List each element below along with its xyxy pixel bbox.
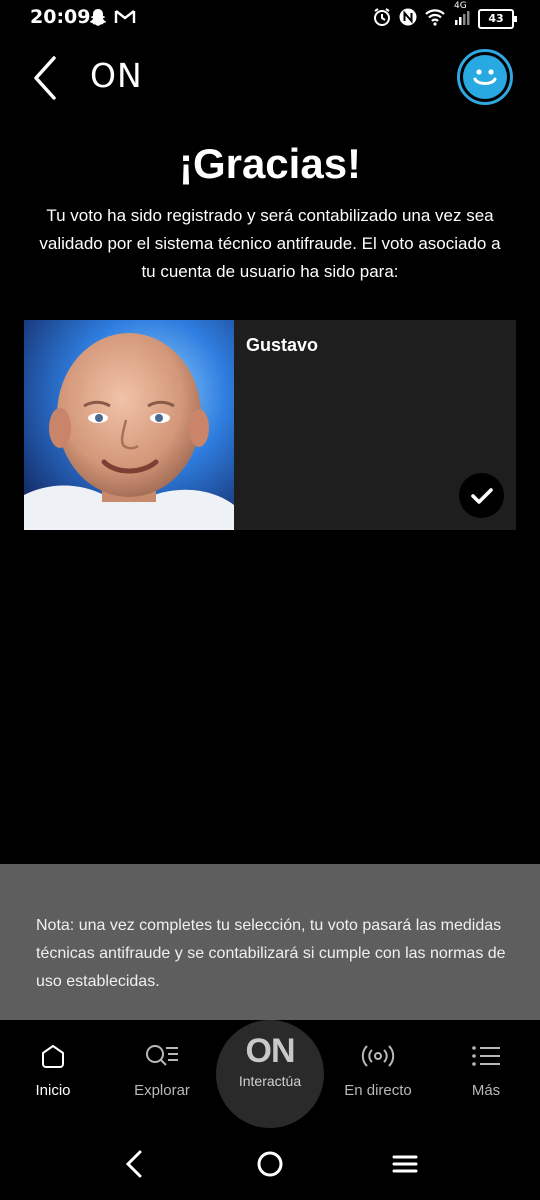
nav-en-directo[interactable]: En directo: [328, 1040, 428, 1099]
menu-list-icon: [436, 1040, 536, 1072]
nav-inicio[interactable]: Inicio: [3, 1040, 103, 1099]
candidate-name: Gustavo: [246, 335, 319, 355]
search-list-icon: [112, 1040, 212, 1072]
back-button[interactable]: [28, 54, 68, 102]
nfc-icon: [398, 7, 418, 31]
back-icon[interactable]: [114, 1146, 154, 1182]
nav-explorar[interactable]: Explorar: [112, 1040, 212, 1099]
nav-mas[interactable]: Más: [436, 1040, 536, 1099]
nav-label: Explorar: [134, 1082, 190, 1099]
broadcast-icon: [328, 1040, 428, 1072]
nav-label: En directo: [344, 1082, 412, 1099]
candidate-photo: [24, 320, 234, 530]
confirmation-title: ¡Gracias!: [178, 140, 362, 187]
battery-icon: 43: [478, 9, 517, 29]
note-text: Nota: una vez completes tu selección, tu…: [36, 917, 506, 990]
nav-label: Interactúa: [238, 1073, 302, 1089]
chevron-left-icon: [34, 56, 56, 100]
nav-label: Inicio: [35, 1082, 71, 1099]
wifi-icon: [424, 7, 446, 31]
bottom-navigation: Inicio Explorar ON Interactúa En directo…: [0, 1020, 540, 1128]
status-time: 20:09: [30, 6, 91, 28]
status-bar: 20:09 4G 43: [0, 0, 540, 36]
smiley-avatar-icon: [463, 55, 507, 99]
app-logo-title: ON: [90, 56, 143, 95]
snapchat-icon: [88, 7, 108, 31]
nav-interactua[interactable]: ON Interactúa: [216, 1020, 324, 1128]
alarm-icon: [372, 7, 392, 31]
network-type: 4G: [454, 1, 467, 11]
app-header: ON: [0, 40, 540, 120]
gmail-icon: [114, 7, 136, 31]
note-panel: Nota: una vez completes tu selección, tu…: [0, 864, 540, 1020]
confirmation-message: Tu voto ha sido registrado y será contab…: [39, 206, 501, 281]
nav-label: Más: [471, 1082, 501, 1099]
on-logo-icon: ON: [245, 1032, 296, 1070]
check-icon: [459, 473, 504, 518]
signal-icon: 4G: [452, 1, 472, 31]
system-navigation: [0, 1128, 540, 1200]
home-circle-icon[interactable]: [250, 1146, 290, 1182]
profile-avatar-button[interactable]: [457, 49, 513, 105]
recents-icon[interactable]: [385, 1146, 425, 1182]
vote-card: Gustavo: [24, 320, 516, 530]
home-icon: [3, 1040, 103, 1072]
